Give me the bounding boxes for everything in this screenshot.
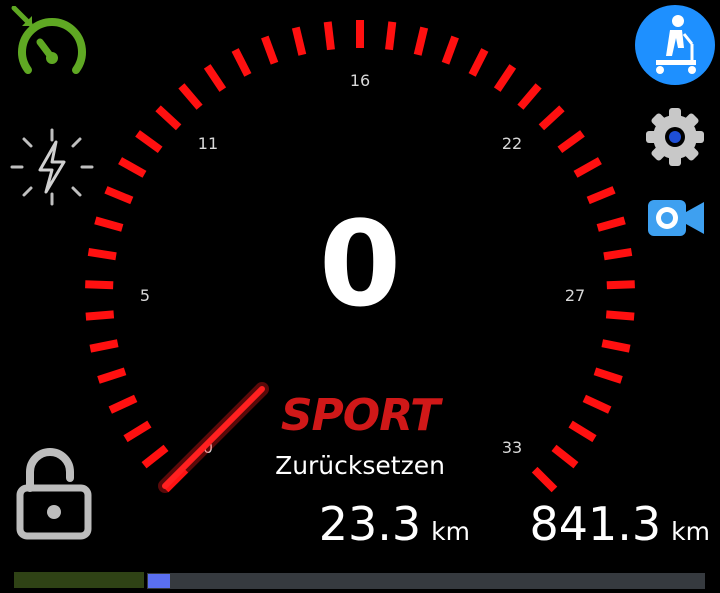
gauge-tick [89, 339, 119, 353]
cruise-control-icon[interactable] [10, 5, 94, 82]
current-speed: 0 [318, 195, 402, 333]
gauge-tick [87, 248, 117, 261]
gauge-needle [158, 382, 269, 493]
gauge-tick [557, 130, 585, 154]
gauge-tick [203, 64, 227, 92]
gauge-tick [468, 48, 489, 77]
odometer-value: 841.3 [529, 497, 662, 551]
gauge-tick [596, 216, 626, 232]
gauge-tick [517, 83, 542, 110]
gauge-tick [108, 394, 138, 414]
video-camera-icon[interactable] [646, 196, 706, 240]
gauge-tick [104, 186, 134, 205]
gauge-tick [291, 26, 307, 56]
odometer-unit: km [671, 517, 710, 546]
gauge-tick [538, 105, 565, 131]
trip-distance: 23.3 km [300, 497, 470, 551]
gauge-tick [551, 444, 579, 469]
gauge-tick-label: 11 [198, 134, 218, 153]
progress-fill [148, 574, 170, 588]
gauge-tick [531, 466, 558, 493]
gauge-tick [231, 48, 252, 77]
gauge-tick [94, 216, 124, 232]
gauge-tick [573, 157, 602, 178]
gauge-tick [601, 339, 631, 353]
battery-level-bar [14, 572, 144, 588]
gauge-tick [586, 186, 616, 205]
gauge-tick [85, 280, 114, 290]
gauge-tick [123, 420, 152, 443]
progress-track [147, 573, 705, 589]
gauge-tick [118, 157, 147, 178]
gear-icon[interactable] [644, 106, 706, 168]
unlocked-padlock-icon[interactable] [16, 448, 92, 540]
gauge-tick-label: 16 [350, 71, 370, 90]
trip-distance-unit: km [431, 517, 470, 546]
gauge-tick [593, 367, 623, 384]
power-boost-icon[interactable] [6, 124, 98, 210]
gauge-tick [261, 35, 279, 65]
gauge-tick [441, 35, 459, 65]
gauge-tick [568, 420, 597, 443]
gauge-tick [135, 130, 163, 154]
gauge-tick [582, 394, 612, 414]
gauge-tick-label: 27 [565, 286, 585, 305]
ride-mode[interactable]: SPORT [270, 390, 450, 441]
scooter-rider-icon[interactable] [634, 4, 716, 86]
gauge-tick-label: 22 [502, 134, 522, 153]
gauge-tick [493, 64, 517, 92]
gauge-tick [155, 105, 182, 131]
gauge-tick [97, 367, 127, 384]
gauge-tick [178, 83, 203, 110]
gauge-tick [605, 310, 635, 321]
odometer: 841.3 km [500, 497, 710, 551]
gauge-tick [323, 21, 335, 51]
gauge-tick-label: 33 [502, 438, 522, 457]
gauge-tick-label: 5 [140, 286, 150, 305]
gauge-tick [85, 310, 115, 321]
reset-trip-button[interactable]: Zurücksetzen [250, 451, 470, 480]
gauge-tick [603, 248, 633, 261]
trip-distance-value: 23.3 [318, 497, 422, 551]
gauge-tick [413, 26, 429, 56]
gauge-tick [141, 444, 169, 469]
gauge-tick [606, 280, 635, 290]
gauge-tick [385, 21, 397, 51]
